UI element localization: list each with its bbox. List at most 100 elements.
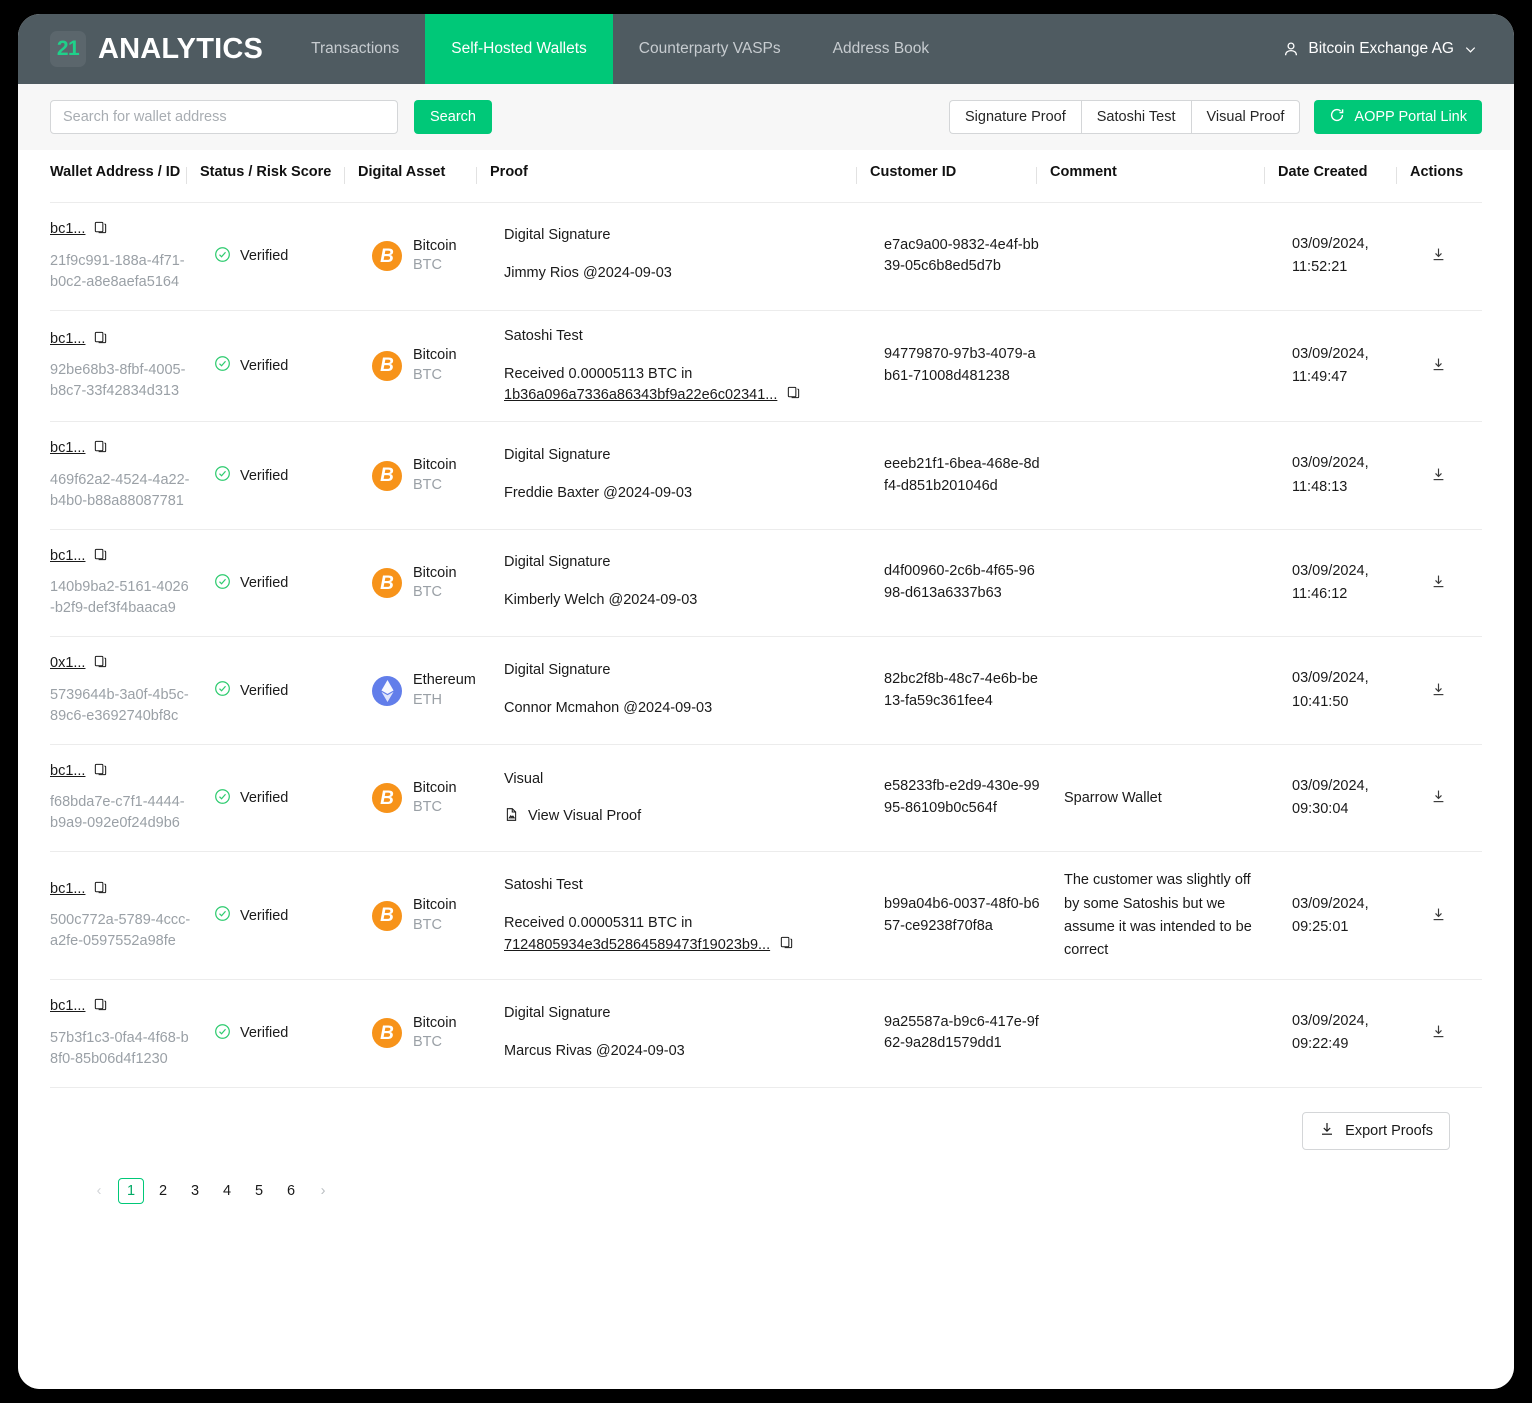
pagination-page-5[interactable]: 5 xyxy=(246,1178,272,1204)
download-proof-button[interactable] xyxy=(1426,902,1451,930)
download-proof-button[interactable] xyxy=(1426,462,1451,490)
search-input[interactable] xyxy=(50,100,398,134)
brand-logo[interactable]: 21 ANALYTICS xyxy=(18,14,285,84)
col-header-customer: Customer ID xyxy=(870,150,1050,203)
account-menu[interactable]: Bitcoin Exchange AG xyxy=(1273,14,1514,84)
search-button[interactable]: Search xyxy=(414,100,492,134)
cell-date: 03/09/2024,11:48:13 xyxy=(1278,422,1410,530)
asset-ticker: BTC xyxy=(413,476,457,496)
status-label: Verified xyxy=(240,683,288,699)
wallet-address-link[interactable]: bc1... xyxy=(50,549,85,564)
customer-id: d4f00960-2c6b-4f65-9698-d613a6337b63 xyxy=(884,561,1042,605)
table-row: bc1... 92be68b3-8fbf-4005-b8c7-33f42834d3… xyxy=(50,310,1482,422)
cell-customer-id: e7ac9a00-9832-4e4f-bb39-05c6b8ed5d7b xyxy=(870,203,1050,311)
cell-customer-id: 9a25587a-b9c6-417e-9f62-9a28d1579dd1 xyxy=(870,980,1050,1088)
wallet-address-link[interactable]: bc1... xyxy=(50,764,85,779)
status-badge: Verified xyxy=(214,355,350,376)
copy-icon[interactable] xyxy=(779,935,794,954)
pagination-page-2[interactable]: 2 xyxy=(150,1178,176,1204)
nav-item-counterparty-vasps[interactable]: Counterparty VASPs xyxy=(613,14,807,84)
copy-icon[interactable] xyxy=(93,547,108,566)
asset-ticker: BTC xyxy=(413,916,457,936)
proof-type: Satoshi Test xyxy=(504,877,862,893)
verified-check-icon xyxy=(214,246,231,267)
cell-comment xyxy=(1050,203,1278,311)
digital-asset: BBitcoinBTC xyxy=(372,564,482,603)
pagination-page-4[interactable]: 4 xyxy=(214,1178,240,1204)
cell-asset: BBitcoinBTC xyxy=(358,744,490,852)
app-window: 21 ANALYTICS Transactions Self-Hosted Wa… xyxy=(18,14,1514,1389)
wallet-id: f68bda7e-c7f1-4444-b9a9-092e0f24d9b6 xyxy=(50,792,192,834)
bitcoin-logo-icon: B xyxy=(372,1018,402,1048)
wallet-id: 5739644b-3a0f-4b5c-89c6-e3692740bf8c xyxy=(50,685,192,727)
cell-asset: BBitcoinBTC xyxy=(358,310,490,422)
download-proof-button[interactable] xyxy=(1426,242,1451,270)
date-created: 03/09/2024,11:52:21 xyxy=(1292,233,1402,279)
view-visual-proof-link[interactable]: View Visual Proof xyxy=(504,807,862,826)
wallet-address-link[interactable]: bc1... xyxy=(50,222,85,237)
cell-asset: BBitcoinBTC xyxy=(358,852,490,980)
copy-icon[interactable] xyxy=(93,654,108,673)
filter-signature-proof[interactable]: Signature Proof xyxy=(949,100,1081,134)
copy-icon[interactable] xyxy=(93,330,108,349)
bitcoin-logo-icon: B xyxy=(372,901,402,931)
filter-visual-proof[interactable]: Visual Proof xyxy=(1191,100,1301,134)
asset-name: Bitcoin xyxy=(413,456,457,476)
cell-actions xyxy=(1410,310,1482,422)
download-proof-button[interactable] xyxy=(1426,677,1451,705)
nav-item-self-hosted-wallets[interactable]: Self-Hosted Wallets xyxy=(425,14,613,84)
cell-proof: Digital SignatureFreddie Baxter @2024-09… xyxy=(490,422,870,530)
cell-proof: Digital SignatureJimmy Rios @2024-09-03 xyxy=(490,203,870,311)
pagination-prev[interactable]: ‹ xyxy=(86,1178,112,1204)
cell-status: Verified xyxy=(200,744,358,852)
wallet-address-link[interactable]: bc1... xyxy=(50,441,85,456)
wallet-id: 21f9c991-188a-4f71-b0c2-a8e8aefa5164 xyxy=(50,251,192,293)
export-proofs-button[interactable]: Export Proofs xyxy=(1302,1112,1450,1150)
pagination-page-1[interactable]: 1 xyxy=(118,1178,144,1204)
copy-icon[interactable] xyxy=(93,220,108,239)
table-body: bc1... 21f9c991-188a-4f71-b0c2-a8e8aefa51… xyxy=(50,203,1482,1088)
download-proof-button[interactable] xyxy=(1426,784,1451,812)
transaction-hash-link[interactable]: 1b36a096a7336a86343bf9a22e6c02341... xyxy=(504,387,777,403)
proof-detail: Kimberly Welch @2024-09-03 xyxy=(504,590,862,612)
asset-ticker: BTC xyxy=(413,256,457,276)
copy-icon[interactable] xyxy=(786,385,801,404)
toolbar-right: Signature Proof Satoshi Test Visual Proo… xyxy=(949,100,1482,134)
copy-icon[interactable] xyxy=(93,880,108,899)
wallets-table: Wallet Address / ID Status / Risk Score … xyxy=(50,150,1482,1088)
date-created: 03/09/2024,09:30:04 xyxy=(1292,775,1402,821)
pagination-page-6[interactable]: 6 xyxy=(278,1178,304,1204)
download-proof-button[interactable] xyxy=(1426,569,1451,597)
download-proof-button[interactable] xyxy=(1426,352,1451,380)
wallet-address-link[interactable]: bc1... xyxy=(50,332,85,347)
ethereum-logo-icon xyxy=(372,676,402,706)
copy-icon[interactable] xyxy=(93,762,108,781)
table-header: Wallet Address / ID Status / Risk Score … xyxy=(50,150,1482,203)
customer-id: e7ac9a00-9832-4e4f-bb39-05c6b8ed5d7b xyxy=(884,235,1042,279)
aopp-portal-link-button[interactable]: AOPP Portal Link xyxy=(1314,100,1482,134)
wallet-id: 92be68b3-8fbf-4005-b8c7-33f42834d313 xyxy=(50,360,192,402)
filter-satoshi-test[interactable]: Satoshi Test xyxy=(1081,100,1191,134)
wallet-address-link[interactable]: bc1... xyxy=(50,882,85,897)
cell-status: Verified xyxy=(200,852,358,980)
asset-ticker: BTC xyxy=(413,366,457,386)
download-proof-button[interactable] xyxy=(1426,1019,1451,1047)
cell-address: bc1...57b3f1c3-0fa4-4f68-b8f0-85b06d4f12… xyxy=(50,980,200,1088)
table-row: bc1... f68bda7e-c7f1-4444-b9a9-092e0f24d9… xyxy=(50,744,1482,852)
proof-detail: Connor Mcmahon @2024-09-03 xyxy=(504,698,862,720)
proof-detail: Marcus Rivas @2024-09-03 xyxy=(504,1041,862,1063)
customer-id: eeeb21f1-6bea-468e-8df4-d851b201046d xyxy=(884,454,1042,498)
verified-check-icon xyxy=(214,680,231,701)
pagination-next[interactable]: › xyxy=(310,1178,336,1204)
top-navigation-bar: 21 ANALYTICS Transactions Self-Hosted Wa… xyxy=(18,14,1514,84)
nav-item-transactions[interactable]: Transactions xyxy=(285,14,425,84)
wallet-address-link[interactable]: 0x1... xyxy=(50,656,85,671)
pagination-page-3[interactable]: 3 xyxy=(182,1178,208,1204)
copy-icon[interactable] xyxy=(93,997,108,1016)
copy-icon[interactable] xyxy=(93,439,108,458)
proof-type: Digital Signature xyxy=(504,227,862,243)
nav-spacer xyxy=(955,14,1273,84)
wallet-address-link[interactable]: bc1... xyxy=(50,999,85,1014)
nav-item-address-book[interactable]: Address Book xyxy=(807,14,956,84)
transaction-hash-link[interactable]: 7124805934e3d52864589473f19023b9... xyxy=(504,937,770,953)
